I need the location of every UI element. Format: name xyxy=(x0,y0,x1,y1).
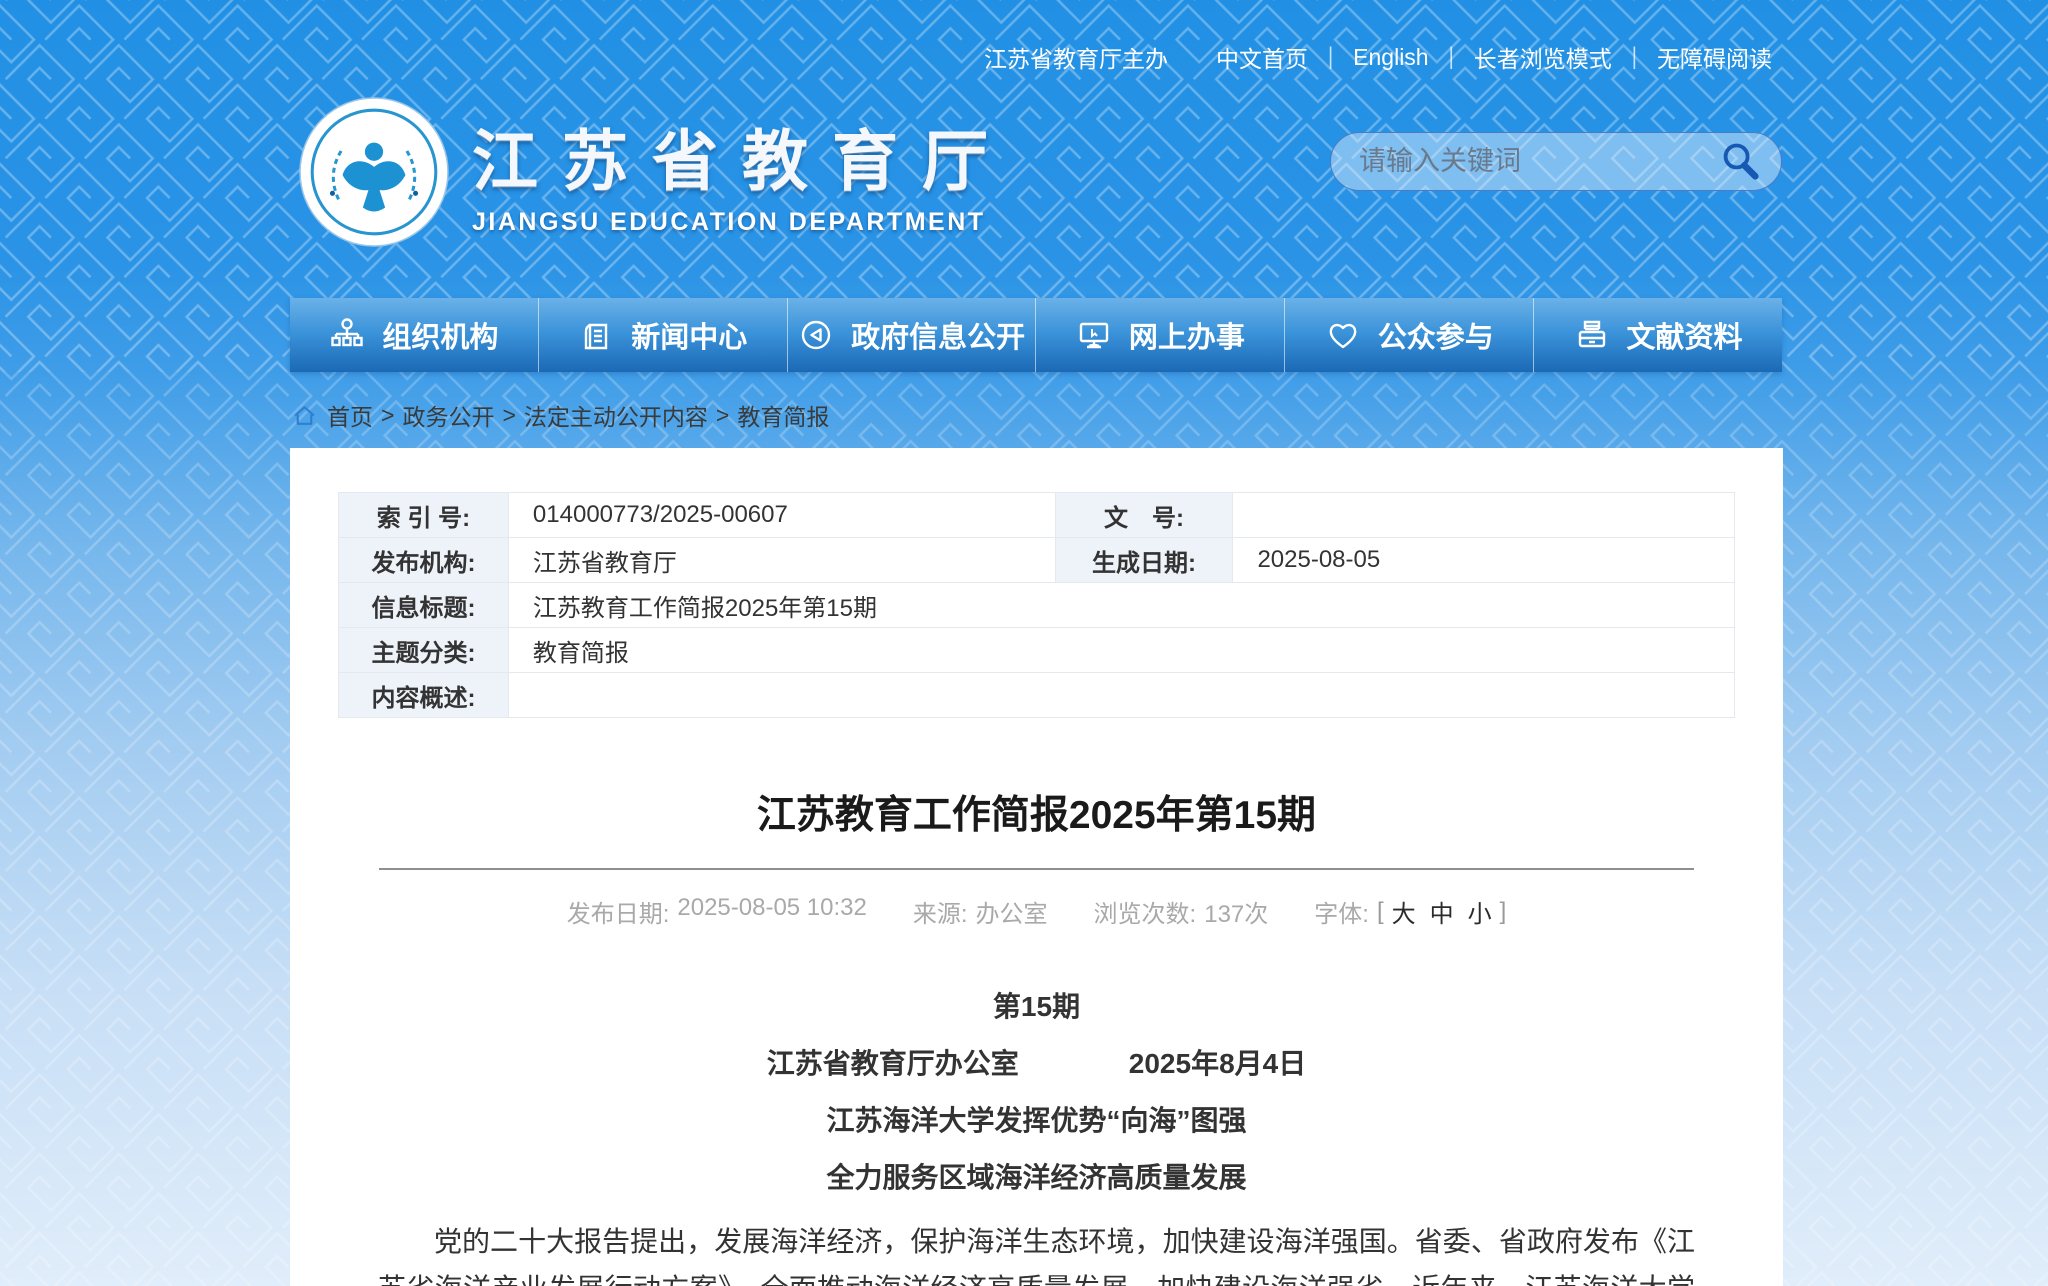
view-count: 浏览次数: 137次 xyxy=(1094,894,1269,929)
view-count-label: 浏览次数: xyxy=(1094,894,1197,929)
nav-label: 网上办事 xyxy=(1129,314,1245,356)
search-button[interactable] xyxy=(1719,140,1763,184)
nav-item-organization[interactable]: 组织机构 xyxy=(290,298,538,372)
site-logo[interactable]: 江苏省教育厅 JIANGSU EDUCATION DEPARTMENT xyxy=(298,96,1012,248)
site-name-en: JIANGSU EDUCATION DEPARTMENT xyxy=(472,208,1012,237)
breadcrumb-statutory-disclosure[interactable]: 法定主动公开内容 xyxy=(524,398,708,432)
generation-date-value: 2025-08-05 xyxy=(1233,538,1735,583)
article-body: 第15期 江苏省教育厅办公室 2025年8月4日 江苏海洋大学发挥优势“向海”图… xyxy=(290,985,1783,1286)
article-meta: 发布日期: 2025-08-05 10:32 来源: 办公室 浏览次数: 137… xyxy=(290,894,1783,929)
divider: | xyxy=(1449,43,1454,71)
doc-number-value xyxy=(1233,493,1735,538)
article-title: 江苏教育工作简报2025年第15期 xyxy=(290,784,1783,840)
bracket: [ xyxy=(1377,898,1384,926)
topic-category-value: 教育简报 xyxy=(508,628,1734,673)
topic-category-label: 主题分类: xyxy=(339,628,509,673)
divider: | xyxy=(1632,43,1637,71)
breadcrumb-education-briefing[interactable]: 教育简报 xyxy=(737,398,829,432)
nav-item-documents[interactable]: 文献资料 xyxy=(1533,298,1782,372)
font-size-small-button[interactable]: 小 xyxy=(1462,894,1498,929)
content-summary-label: 内容概述: xyxy=(339,673,509,718)
breadcrumb: 首页 > 政务公开 > 法定主动公开内容 > 教育简报 xyxy=(292,398,829,432)
info-title-value: 江苏教育工作简报2025年第15期 xyxy=(508,583,1734,628)
host-link[interactable]: 江苏省教育厅主办 xyxy=(984,40,1168,74)
table-row: 内容概述: xyxy=(339,673,1735,718)
main-navigation: 组织机构 新闻中心 政府信息公开 网上办事 xyxy=(290,298,1782,372)
index-number-label: 索 引 号: xyxy=(339,493,509,538)
breadcrumb-separator: > xyxy=(716,402,729,429)
info-disclosure-icon xyxy=(798,317,834,353)
article-headline-2: 全力服务区域海洋经济高质量发展 xyxy=(290,1156,1783,1196)
publisher-label: 发布机构: xyxy=(339,538,509,583)
info-title-label: 信息标题: xyxy=(339,583,509,628)
nav-item-online-services[interactable]: 网上办事 xyxy=(1035,298,1284,372)
index-number-value: 014000773/2025-00607 xyxy=(508,493,1055,538)
link-elder-mode[interactable]: 长者浏览模式 xyxy=(1474,40,1612,74)
nav-label: 文献资料 xyxy=(1627,314,1743,356)
content-card: 索 引 号: 014000773/2025-00607 文 号: 发布机构: 江… xyxy=(290,448,1783,1286)
breadcrumb-separator: > xyxy=(381,402,394,429)
publish-date: 发布日期: 2025-08-05 10:32 xyxy=(567,894,867,929)
news-icon xyxy=(578,317,614,353)
source: 来源: 办公室 xyxy=(913,894,1048,929)
doc-number-label: 文 号: xyxy=(1055,493,1233,538)
table-row: 索 引 号: 014000773/2025-00607 文 号: xyxy=(339,493,1735,538)
publish-date-value: 2025-08-05 10:32 xyxy=(677,894,867,929)
table-row: 主题分类: 教育简报 xyxy=(339,628,1735,673)
article-paragraph: 党的二十大报告提出，发展海洋经济，保护海洋生态环境，加快建设海洋强国。省委、省政… xyxy=(378,1218,1695,1286)
font-size-large-button[interactable]: 大 xyxy=(1386,894,1422,929)
archive-icon xyxy=(1574,317,1610,353)
nav-label: 政府信息公开 xyxy=(851,314,1025,356)
breadcrumb-home[interactable]: 首页 xyxy=(327,398,373,432)
content-summary-value xyxy=(508,673,1734,718)
nav-item-news-center[interactable]: 新闻中心 xyxy=(538,298,787,372)
department-emblem-icon xyxy=(298,96,450,248)
breadcrumb-separator: > xyxy=(502,402,515,429)
monitor-icon xyxy=(1076,317,1112,353)
font-size-medium-button[interactable]: 中 xyxy=(1424,894,1460,929)
title-divider xyxy=(379,868,1694,870)
source-label: 来源: xyxy=(913,894,968,929)
top-utility-bar: 江苏省教育厅主办 中文首页 | English | 长者浏览模式 | 无障碍阅读 xyxy=(0,40,1772,74)
view-count-value: 137次 xyxy=(1204,894,1268,929)
divider: | xyxy=(1328,43,1333,71)
site-title-block: 江苏省教育厅 JIANGSU EDUCATION DEPARTMENT xyxy=(472,108,1012,237)
search-icon xyxy=(1719,140,1763,184)
page: 江苏省教育厅主办 中文首页 | English | 长者浏览模式 | 无障碍阅读… xyxy=(0,0,2048,1286)
table-row: 发布机构: 江苏省教育厅 生成日期: 2025-08-05 xyxy=(339,538,1735,583)
font-size-label: 字体: xyxy=(1314,894,1369,929)
nav-label: 组织机构 xyxy=(382,314,498,356)
font-size-options: [ 大 中 小 ] xyxy=(1377,894,1506,929)
article-headline-1: 江苏海洋大学发挥优势“向海”图强 xyxy=(290,1099,1783,1139)
nav-item-gov-info-disclosure[interactable]: 政府信息公开 xyxy=(787,298,1036,372)
issuer: 江苏省教育厅办公室 xyxy=(767,1042,1019,1082)
site-name-cn: 江苏省教育厅 xyxy=(472,108,1012,204)
nav-item-public-participation[interactable]: 公众参与 xyxy=(1284,298,1533,372)
org-chart-icon xyxy=(329,317,365,353)
publish-date-label: 发布日期: xyxy=(567,894,670,929)
link-english[interactable]: English xyxy=(1353,44,1428,71)
link-chinese-home[interactable]: 中文首页 xyxy=(1216,40,1308,74)
heart-icon xyxy=(1325,317,1361,353)
home-icon xyxy=(292,404,317,427)
nav-label: 新闻中心 xyxy=(631,314,747,356)
issue-date: 2025年8月4日 xyxy=(1129,1042,1306,1082)
source-value: 办公室 xyxy=(976,894,1048,929)
document-info-table: 索 引 号: 014000773/2025-00607 文 号: 发布机构: 江… xyxy=(338,492,1735,718)
issuer-line: 江苏省教育厅办公室 2025年8月4日 xyxy=(290,1042,1783,1082)
nav-label: 公众参与 xyxy=(1378,314,1494,356)
search-box xyxy=(1330,132,1782,191)
issue-number: 第15期 xyxy=(290,985,1783,1025)
bracket: ] xyxy=(1500,898,1507,926)
breadcrumb-gov-affairs[interactable]: 政务公开 xyxy=(402,398,494,432)
publisher-value: 江苏省教育厅 xyxy=(508,538,1055,583)
search-input[interactable] xyxy=(1359,146,1719,177)
font-size-control: 字体: [ 大 中 小 ] xyxy=(1314,894,1506,929)
link-accessibility[interactable]: 无障碍阅读 xyxy=(1657,40,1772,74)
generation-date-label: 生成日期: xyxy=(1055,538,1233,583)
table-row: 信息标题: 江苏教育工作简报2025年第15期 xyxy=(339,583,1735,628)
